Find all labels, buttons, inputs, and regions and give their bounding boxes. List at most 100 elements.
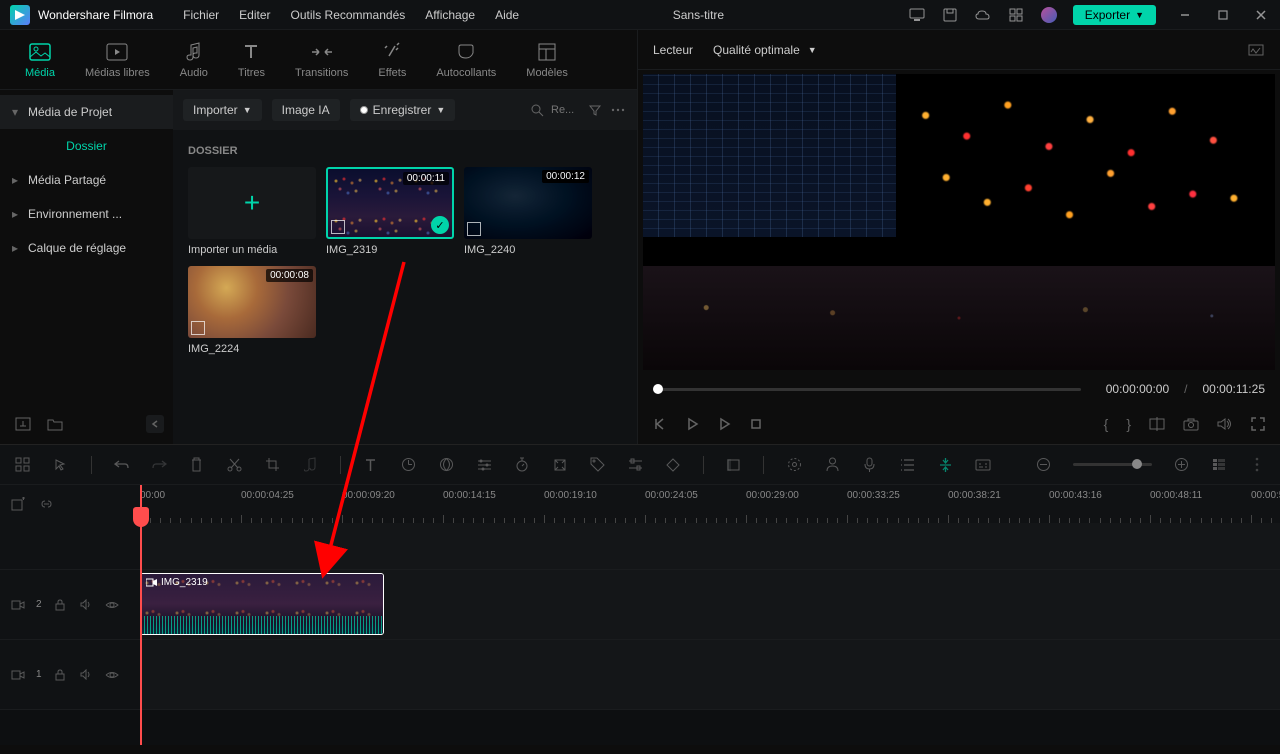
timeline-clip[interactable]: IMG_2319 bbox=[140, 573, 384, 635]
zoom-out-icon[interactable] bbox=[1035, 457, 1051, 473]
timeline-ruler[interactable]: 00:0000:00:04:2500:00:09:2000:00:14:1500… bbox=[140, 485, 1280, 523]
view-icon[interactable] bbox=[1211, 457, 1227, 473]
save-icon[interactable] bbox=[941, 6, 959, 24]
stop-icon[interactable] bbox=[749, 417, 763, 431]
close-icon[interactable] bbox=[1252, 6, 1270, 24]
layout-icon[interactable] bbox=[15, 457, 31, 473]
collapse-icon[interactable] bbox=[146, 415, 164, 433]
add-track-icon[interactable] bbox=[10, 496, 26, 512]
tab-titles[interactable]: Titres bbox=[223, 35, 280, 84]
lock-icon[interactable] bbox=[52, 597, 68, 613]
tab-stickers[interactable]: Autocollants bbox=[421, 35, 511, 84]
compare-icon[interactable] bbox=[1149, 417, 1165, 431]
mute-icon[interactable] bbox=[78, 667, 94, 683]
crop-icon[interactable] bbox=[264, 457, 280, 473]
media-clip-3[interactable]: 00:00:08 IMG_2224 bbox=[188, 266, 316, 355]
import-button[interactable]: Importer▼ bbox=[183, 99, 262, 121]
redo-icon[interactable] bbox=[151, 457, 167, 473]
bracket-right-icon[interactable]: } bbox=[1126, 416, 1131, 432]
color-icon[interactable] bbox=[438, 457, 454, 473]
adjust-icon[interactable] bbox=[476, 457, 492, 473]
settings-icon[interactable] bbox=[1249, 457, 1265, 473]
caption-icon[interactable] bbox=[975, 457, 991, 473]
menu-tools[interactable]: Outils Recommandés bbox=[291, 8, 406, 22]
folder-icon[interactable] bbox=[46, 415, 64, 433]
menu-help[interactable]: Aide bbox=[495, 8, 519, 22]
delete-icon[interactable] bbox=[189, 457, 205, 473]
mic-icon[interactable] bbox=[862, 457, 878, 473]
target-icon[interactable] bbox=[786, 457, 802, 473]
stopwatch-icon[interactable] bbox=[514, 457, 530, 473]
bracket-left-icon[interactable]: { bbox=[1104, 416, 1109, 432]
tag-icon[interactable] bbox=[589, 457, 605, 473]
menu-file[interactable]: Fichier bbox=[183, 8, 219, 22]
export-button[interactable]: Exporter▼ bbox=[1073, 5, 1156, 25]
person-icon[interactable] bbox=[824, 457, 840, 473]
snapshot-icon[interactable] bbox=[1183, 418, 1199, 431]
menu-view[interactable]: Affichage bbox=[425, 8, 475, 22]
fullscreen-icon[interactable] bbox=[1251, 417, 1265, 431]
lock-icon[interactable] bbox=[52, 667, 68, 683]
minimize-icon[interactable] bbox=[1176, 6, 1194, 24]
sidebar-shared[interactable]: ▸Média Partagé bbox=[0, 163, 173, 197]
sidebar-env[interactable]: ▸Environnement ... bbox=[0, 197, 173, 231]
current-time: 00:00:00:00 bbox=[1106, 382, 1169, 396]
document-title: Sans-titre bbox=[673, 8, 724, 22]
volume-icon[interactable] bbox=[1217, 417, 1233, 431]
prev-frame-icon[interactable] bbox=[653, 417, 667, 431]
cutmark-icon[interactable] bbox=[937, 457, 953, 473]
sidebar-project-media[interactable]: ▾Média de Projet bbox=[0, 95, 173, 129]
sliders-icon[interactable] bbox=[627, 457, 643, 473]
grid-icon[interactable] bbox=[1007, 6, 1025, 24]
play-icon[interactable] bbox=[685, 417, 699, 431]
tab-stock[interactable]: Médias libres bbox=[70, 35, 165, 84]
speed-icon[interactable] bbox=[401, 457, 417, 473]
undo-icon[interactable] bbox=[113, 457, 129, 473]
tab-transitions[interactable]: Transitions bbox=[280, 35, 363, 84]
select-icon[interactable] bbox=[53, 457, 69, 473]
cloud-icon[interactable] bbox=[974, 6, 992, 24]
image-ai-button[interactable]: Image IA bbox=[272, 99, 340, 121]
link-icon[interactable] bbox=[38, 496, 54, 512]
tab-effects[interactable]: Effets bbox=[363, 35, 421, 84]
track-2-header: 2 bbox=[0, 570, 140, 639]
visible-icon[interactable] bbox=[104, 667, 120, 683]
keyframe-icon[interactable] bbox=[665, 457, 681, 473]
search-input[interactable] bbox=[551, 104, 581, 116]
zoom-in-icon[interactable] bbox=[1174, 457, 1190, 473]
import-media-item[interactable]: + Importer un média bbox=[188, 167, 316, 256]
output-icon[interactable] bbox=[14, 415, 32, 433]
playhead[interactable] bbox=[140, 485, 142, 745]
media-clip-1[interactable]: 00:00:11 ✓ IMG_2319 bbox=[326, 167, 454, 256]
preview-scrubber[interactable] bbox=[653, 388, 1081, 391]
search-icon[interactable] bbox=[528, 101, 546, 119]
filter-icon[interactable] bbox=[586, 101, 604, 119]
cut-icon[interactable] bbox=[227, 457, 243, 473]
quality-select[interactable]: Qualité optimale▼ bbox=[713, 43, 817, 57]
zoom-slider[interactable] bbox=[1073, 463, 1152, 466]
more-icon[interactable] bbox=[609, 101, 627, 119]
maximize-icon[interactable] bbox=[1214, 6, 1232, 24]
mute-icon[interactable] bbox=[78, 597, 94, 613]
text-icon[interactable] bbox=[363, 457, 379, 473]
visible-icon[interactable] bbox=[104, 597, 120, 613]
tab-audio[interactable]: Audio bbox=[165, 35, 223, 84]
tab-media[interactable]: Média bbox=[10, 35, 70, 84]
render-icon[interactable] bbox=[726, 457, 742, 473]
sidebar-folder[interactable]: Dossier bbox=[0, 129, 173, 163]
profile-icon[interactable] bbox=[1040, 6, 1058, 24]
preview-reader[interactable]: Lecteur bbox=[653, 43, 693, 57]
list-icon[interactable] bbox=[900, 457, 916, 473]
music-icon[interactable] bbox=[302, 457, 318, 473]
audio-icon bbox=[182, 40, 206, 64]
scopes-icon[interactable] bbox=[1247, 41, 1265, 59]
play2-icon[interactable] bbox=[717, 417, 731, 431]
menu-edit[interactable]: Editer bbox=[239, 8, 270, 22]
expand-icon[interactable] bbox=[552, 457, 568, 473]
record-button[interactable]: Enregistrer▼ bbox=[350, 99, 456, 121]
tab-templates[interactable]: Modèles bbox=[511, 35, 583, 84]
device-icon[interactable] bbox=[908, 6, 926, 24]
sidebar-adjust[interactable]: ▸Calque de réglage bbox=[0, 231, 173, 265]
media-clip-2[interactable]: 00:00:12 IMG_2240 bbox=[464, 167, 592, 256]
track-1-header: 1 bbox=[0, 640, 140, 709]
